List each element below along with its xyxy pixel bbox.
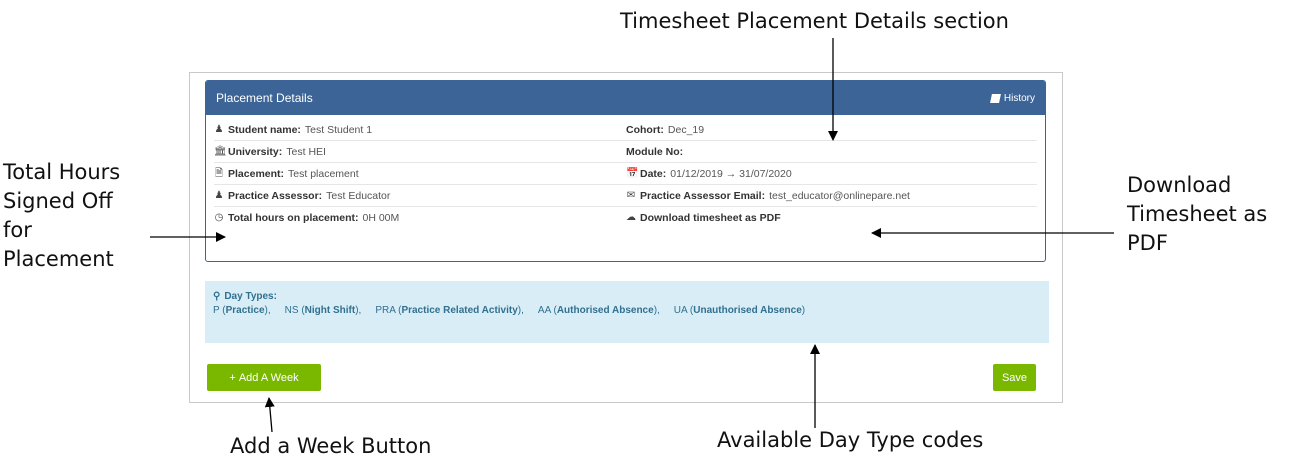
user-icon: ♟ (214, 189, 224, 201)
detail-row: ♟ Student name: Test Student 1 Cohort: D… (214, 119, 1037, 141)
clock-icon: ◷ (214, 211, 224, 223)
key-icon: ⚲ (213, 291, 221, 302)
day-type-item: NS (Night Shift), (284, 305, 362, 316)
total-hours-label: Total hours on placement: (228, 211, 359, 224)
assessor-email-label: Practice Assessor Email: (640, 189, 766, 202)
detail-row: 🗎 Placement: Test placement 📅 Date: 01/1… (214, 163, 1037, 185)
details-rows: ♟ Student name: Test Student 1 Cohort: D… (206, 115, 1045, 228)
day-type-name: Authorised Absence (556, 305, 654, 316)
day-type-code: P (213, 305, 220, 316)
assessor-email-value: test_educator@onlinepare.net (769, 189, 910, 202)
module-label: Module No: (626, 145, 684, 158)
panel-header: Placement Details History (206, 81, 1045, 115)
callout-line: Timesheet as (1127, 202, 1268, 226)
book-icon (989, 93, 1001, 103)
assessor-label: Practice Assessor: (228, 189, 323, 202)
user-icon: ♟ (214, 123, 224, 135)
download-pdf-link[interactable]: ☁ Download timesheet as PDF (626, 212, 1026, 224)
detail-row: ◷ Total hours on placement: 0H 00M ☁ Dow… (214, 207, 1037, 228)
callout-add-week: Add a Week Button (230, 434, 432, 458)
arrow-add-week (264, 397, 275, 433)
module-cell: Module No: (626, 146, 1026, 158)
day-type-name: Practice (225, 305, 265, 316)
callout-line: for (3, 218, 32, 242)
day-types-title: ⚲ Day Types: (213, 291, 1041, 302)
day-type-name: Unauthorised Absence (693, 305, 802, 316)
assessor-email-cell: ✉ Practice Assessor Email: test_educator… (626, 190, 1026, 202)
university-icon: 🏛 (214, 145, 227, 157)
file-icon: 🗎 (214, 167, 224, 179)
student-name-label: Student name: (228, 123, 301, 136)
placement-label: Placement: (228, 167, 285, 180)
cloud-download-icon: ☁ (626, 211, 636, 223)
day-type-code: PRA (375, 305, 396, 316)
day-type-item: PRA (Practice Related Activity), (375, 305, 524, 316)
callout-total-hours: Total Hours Signed Off for Placement (3, 158, 163, 274)
placement-cell: 🗎 Placement: Test placement (214, 168, 626, 180)
save-button[interactable]: Save (993, 364, 1036, 391)
placement-details-panel: Placement Details History ♟ Student name… (205, 80, 1046, 262)
callout-line: Total Hours (3, 160, 121, 184)
placement-value: Test placement (288, 167, 359, 180)
total-hours-cell: ◷ Total hours on placement: 0H 00M (214, 212, 626, 224)
detail-row: 🏛 University: Test HEI Module No: (214, 141, 1037, 163)
day-type-item: AA (Authorised Absence), (537, 305, 660, 316)
detail-row: ♟ Practice Assessor: Test Educator ✉ Pra… (214, 185, 1037, 207)
cohort-label: Cohort: (626, 123, 664, 136)
student-name-cell: ♟ Student name: Test Student 1 (214, 124, 626, 136)
day-types-list: P (Practice), NS (Night Shift), PRA (Pra… (213, 305, 1041, 316)
callout-day-types: Available Day Type codes (717, 428, 984, 452)
download-pdf-label: Download timesheet as PDF (640, 211, 781, 224)
history-link[interactable]: History (989, 92, 1035, 104)
cohort-value: Dec_19 (667, 123, 705, 136)
day-type-name: Night Shift (304, 305, 356, 316)
day-type-code: UA (673, 305, 688, 316)
callout-line: Placement (3, 247, 114, 271)
envelope-icon: ✉ (626, 189, 636, 201)
date-label: Date: (640, 167, 667, 180)
calendar-icon: 📅 (626, 167, 639, 179)
callout-placement-details: Timesheet Placement Details section (620, 9, 1009, 33)
date-value: 01/12/2019 → 31/07/2020 (670, 167, 792, 180)
assessor-cell: ♟ Practice Assessor: Test Educator (214, 190, 626, 202)
plus-icon: + (229, 371, 236, 384)
day-type-code: AA (537, 305, 551, 316)
cohort-cell: Cohort: Dec_19 (626, 124, 1026, 136)
add-week-label: Add A Week (238, 371, 299, 384)
day-types-title-text: Day Types: (224, 291, 277, 302)
university-value: Test HEI (286, 145, 326, 158)
timesheet-screenshot: Placement Details History ♟ Student name… (189, 72, 1063, 403)
callout-line: PDF (1127, 231, 1168, 255)
assessor-value: Test Educator (326, 189, 391, 202)
callout-line: Download (1127, 173, 1232, 197)
callout-download-pdf: Download Timesheet as PDF (1127, 171, 1297, 258)
history-label: History (1003, 92, 1035, 104)
save-label: Save (1001, 371, 1028, 384)
university-label: University: (228, 145, 283, 158)
day-type-item: UA (Unauthorised Absence) (673, 305, 806, 316)
university-cell: 🏛 University: Test HEI (214, 146, 626, 158)
day-type-item: P (Practice), (213, 305, 271, 316)
add-week-button[interactable]: + Add A Week (207, 364, 321, 391)
callout-line: Signed Off (3, 189, 113, 213)
panel-title: Placement Details (216, 91, 313, 105)
day-types-info: ⚲ Day Types: P (Practice), NS (Night Shi… (205, 281, 1049, 343)
day-type-code: NS (284, 305, 299, 316)
total-hours-value: 0H 00M (362, 211, 400, 224)
student-name-value: Test Student 1 (304, 123, 373, 136)
day-type-name: Practice Related Activity (401, 305, 518, 316)
date-cell: 📅 Date: 01/12/2019 → 31/07/2020 (626, 168, 1026, 180)
